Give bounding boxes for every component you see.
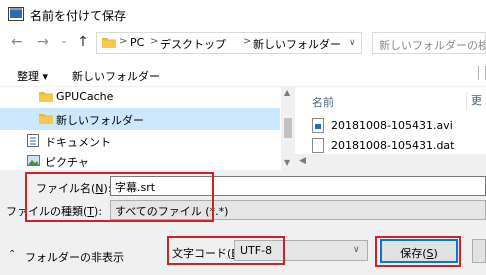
column-header-name[interactable]: 名前 [305, 92, 465, 110]
scroll-down-icon[interactable]: ▼ [284, 158, 290, 167]
file-name: 20181008-105431.avi [331, 119, 453, 132]
save-dialog-icon [8, 7, 24, 21]
highlight-box [167, 236, 285, 265]
folder-icon [39, 114, 53, 124]
file-list-horizontal-scrollbar[interactable]: ◀ [295, 154, 486, 170]
breadcrumb-separator: > [119, 36, 128, 47]
file-name: 20181008-105431.dat [331, 139, 455, 152]
organize-button[interactable]: 整理 ▾ [17, 68, 48, 84]
breadcrumb-pc[interactable]: PC [130, 36, 144, 49]
scroll-left-icon[interactable]: ◀ [299, 156, 306, 166]
breadcrumb-new-folder[interactable]: 新しいフォルダー [253, 36, 341, 52]
file-row[interactable]: 20181008-105431.avi [305, 116, 486, 136]
breadcrumb-desktop[interactable]: デスクトップ [160, 36, 226, 52]
tree-item-new-folder[interactable]: 新しいフォルダー [0, 108, 280, 130]
view-options-icon[interactable] [478, 66, 486, 80]
folder-icon [39, 92, 53, 102]
tree-item-pictures[interactable]: ピクチャ [0, 150, 280, 172]
chevron-up-icon[interactable]: ⌃ [8, 249, 16, 260]
pictures-icon [27, 155, 40, 166]
file-icon [312, 138, 324, 153]
title-bar: 名前を付けて保存 [0, 0, 486, 28]
folder-icon [102, 38, 116, 48]
back-arrow-icon[interactable]: ← [8, 34, 26, 52]
column-header-modified[interactable]: 更 [466, 92, 486, 110]
tree-item-documents[interactable]: ドキュメント [0, 130, 280, 152]
tree-item-label: ピクチャ [45, 156, 89, 169]
tree-item-label: ドキュメント [45, 136, 111, 149]
tree-item-label: 新しいフォルダー [56, 114, 144, 127]
highlight-divider [112, 173, 214, 197]
search-input[interactable]: 新しいフォルダーの検索 [372, 32, 486, 54]
scroll-up-icon[interactable]: ▲ [284, 88, 290, 97]
video-file-icon [312, 118, 324, 133]
breadcrumb-separator: > [150, 36, 159, 47]
tree-item-gpucache[interactable]: GPUCache [0, 86, 280, 108]
file-row[interactable]: 20181008-105431.dat [305, 136, 486, 156]
forward-arrow-icon[interactable]: → [34, 34, 52, 52]
window-title: 名前を付けて保存 [30, 9, 127, 23]
tree-item-label: GPUCache [56, 90, 114, 103]
documents-icon [27, 134, 39, 147]
column-header-label: 名前 [312, 96, 334, 109]
chevron-down-icon: ∨ [353, 245, 360, 255]
breadcrumb-separator: > [243, 36, 252, 47]
video-file-badge [315, 124, 321, 129]
up-arrow-icon[interactable]: ↑ [74, 34, 92, 52]
cancel-button[interactable] [472, 239, 486, 263]
address-dropdown-icon[interactable]: ∨ [349, 38, 356, 48]
highlight-box [375, 236, 461, 267]
refresh-button[interactable] [362, 32, 370, 54]
scrollbar-thumb[interactable] [284, 118, 292, 138]
hide-folders-button[interactable]: フォルダーの非表示 [25, 249, 124, 265]
column-header-label: 更 [471, 94, 482, 107]
tree-scrollbar[interactable]: ▲ ▼ [281, 86, 295, 170]
recent-locations-chevron-icon[interactable]: ⌄ [58, 36, 70, 52]
address-bar[interactable]: > PC > デスクトップ > 新しいフォルダー ∨ [96, 32, 362, 54]
new-folder-button[interactable]: 新しいフォルダー [72, 68, 160, 84]
